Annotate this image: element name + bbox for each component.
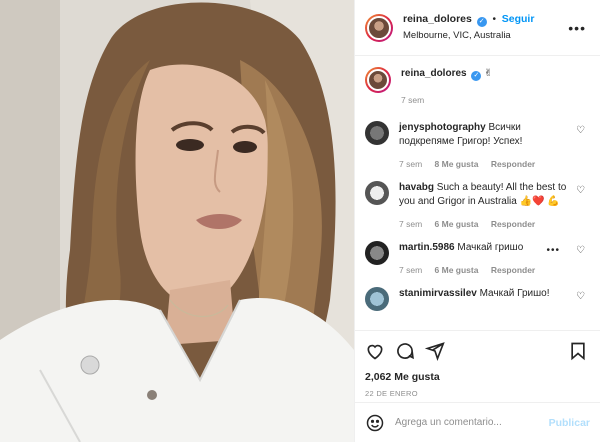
follow-button[interactable]: Seguir [502, 13, 535, 25]
comment-username[interactable]: martin.5986 [399, 242, 455, 253]
comment-input[interactable]: Agrega un comentario... [395, 417, 549, 428]
more-options-icon[interactable]: ••• [568, 20, 586, 36]
caption-time[interactable]: 7 sem [401, 95, 424, 105]
comment-time[interactable]: 7 sem [399, 219, 422, 229]
post-header: reina_dolores ✓ • Seguir Melbourne, VIC,… [355, 0, 600, 56]
caption-body: reina_dolores ✓ ✌ 7 sem [401, 67, 581, 107]
reply-button[interactable]: Responder [491, 219, 535, 229]
comment-more-icon[interactable]: ••• [546, 245, 560, 256]
comment-item: jenysphotography Всички подкрепяме Григо… [365, 121, 590, 171]
verified-icon: ✓ [471, 71, 482, 81]
comment-meta: 7 sem 6 Me gusta Responder [399, 263, 579, 277]
reply-button[interactable]: Responder [491, 159, 535, 169]
caption-avatar[interactable] [365, 67, 391, 93]
author-avatar[interactable] [365, 13, 393, 42]
comment-time[interactable]: 7 sem [399, 265, 422, 275]
comment-text: Мачкай гришо [457, 242, 524, 253]
comment-avatar[interactable] [365, 287, 389, 311]
post-actions: 2,062 Me gusta 22 DE ENERO [355, 330, 600, 402]
post-date[interactable]: 22 DE ENERO [365, 389, 590, 398]
caption-text: ✌ [484, 68, 493, 79]
comment-text: Мачкай Гришо! [479, 288, 550, 299]
comment-heart-icon[interactable]: ♡ [576, 125, 586, 136]
comment-item: martin.5986 Мачкай гришо 7 sem 6 Me gust… [365, 241, 590, 277]
comment-body: havabg Such a beauty! All the best to yo… [399, 181, 579, 231]
portrait-illustration [0, 0, 354, 442]
comment-meta: 7 sem 8 Me gusta Responder [399, 157, 579, 171]
caption: reina_dolores ✓ ✌ 7 sem [365, 67, 590, 107]
comment-likes[interactable]: 8 Me gusta [435, 159, 479, 169]
comment-avatar[interactable] [365, 121, 389, 145]
comment-body: jenysphotography Всички подкрепяме Григо… [399, 121, 579, 171]
publish-button[interactable]: Publicar [549, 417, 590, 429]
share-icon[interactable] [425, 341, 445, 361]
comment-avatar[interactable] [365, 181, 389, 205]
author-username[interactable]: reina_dolores [403, 13, 472, 25]
comment-avatar[interactable] [365, 241, 389, 265]
likes-count[interactable]: 2,062 Me gusta [365, 371, 590, 383]
comment-body: stanimirvassilev Мачкай Гришо! [399, 287, 579, 311]
comment-item: havabg Such a beauty! All the best to yo… [365, 181, 590, 231]
comment-username[interactable]: stanimirvassilev [399, 288, 477, 299]
save-icon[interactable] [568, 341, 588, 361]
comment-time[interactable]: 7 sem [399, 159, 422, 169]
comment-meta: 7 sem 6 Me gusta Responder [399, 217, 579, 231]
caption-username[interactable]: reina_dolores [401, 68, 467, 79]
comment-likes[interactable]: 6 Me gusta [435, 265, 479, 275]
emoji-icon[interactable] [365, 413, 385, 433]
instagram-post: reina_dolores ✓ • Seguir Melbourne, VIC,… [0, 0, 600, 442]
comment-icon[interactable] [395, 341, 415, 361]
post-photo[interactable] [0, 0, 354, 442]
heart-icon[interactable] [365, 341, 385, 361]
comment-username[interactable]: jenysphotography [399, 122, 486, 133]
verified-icon: ✓ [476, 17, 487, 27]
action-icons [365, 339, 590, 363]
author-info: reina_dolores ✓ • Seguir Melbourne, VIC,… [403, 13, 534, 42]
comment-username[interactable]: havabg [399, 182, 434, 193]
reply-button[interactable]: Responder [491, 265, 535, 275]
location-link[interactable]: Melbourne, VIC, Australia [403, 29, 534, 42]
separator-dot: • [492, 14, 496, 25]
comment-item: stanimirvassilev Мачкай Гришо! ♡ [365, 287, 590, 311]
comment-heart-icon[interactable]: ♡ [576, 185, 586, 196]
comment-heart-icon[interactable]: ♡ [576, 245, 586, 256]
comment-heart-icon[interactable]: ♡ [576, 291, 586, 302]
comment-composer: Agrega un comentario... Publicar [355, 402, 600, 442]
post-sidebar: reina_dolores ✓ • Seguir Melbourne, VIC,… [354, 0, 600, 442]
comment-likes[interactable]: 6 Me gusta [435, 219, 479, 229]
comments-list[interactable]: reina_dolores ✓ ✌ 7 sem jenysphotography… [355, 57, 600, 329]
